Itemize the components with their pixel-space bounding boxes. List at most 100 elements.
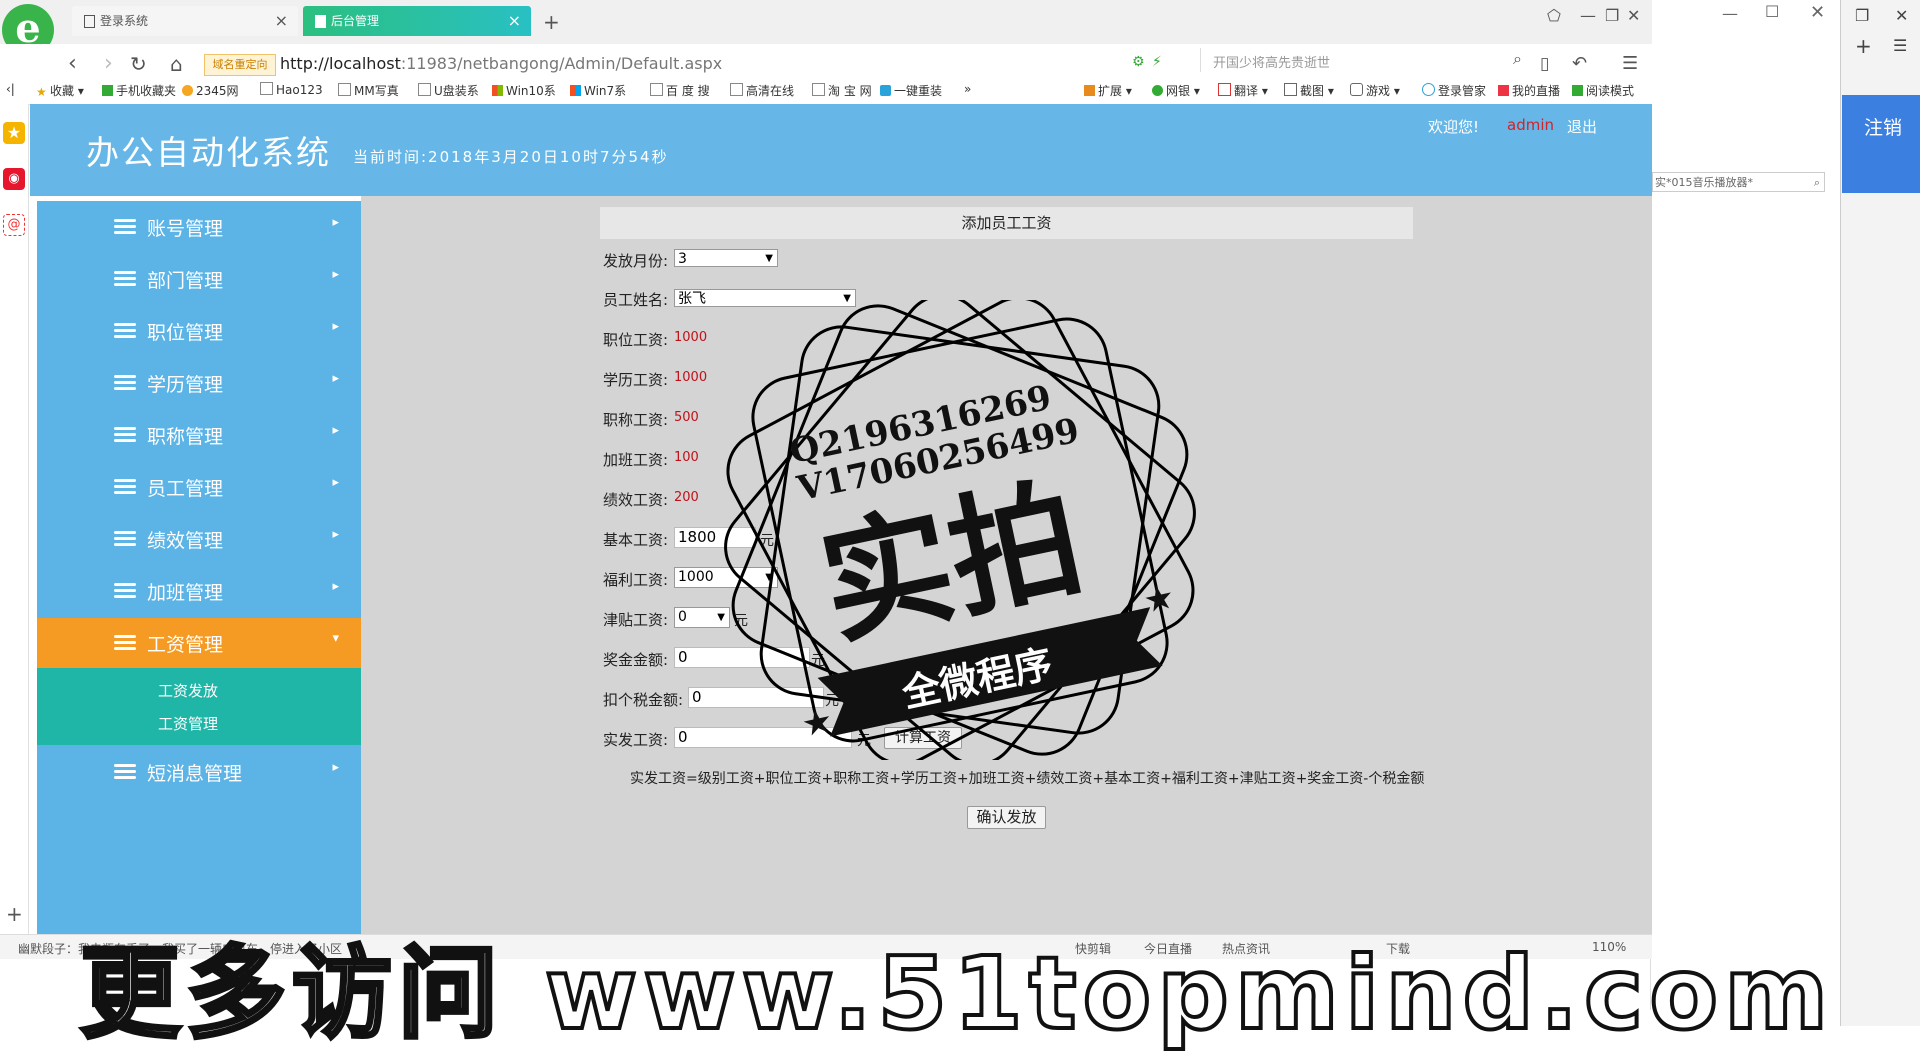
welfare-salary-label: 福利工资:	[603, 571, 669, 589]
scissors-icon	[1284, 83, 1297, 96]
shirt-icon[interactable]: ⬠	[1547, 6, 1561, 25]
search-icon[interactable]: ⌕	[1513, 49, 1522, 69]
stack-icon	[114, 427, 136, 442]
sidebar-item-positions[interactable]: 职位管理 ▸	[37, 306, 361, 356]
collapse-icon[interactable]: ‹|	[6, 82, 15, 96]
page-icon	[338, 83, 351, 96]
base-salary-label: 基本工资:	[603, 531, 669, 549]
sidebar-item-titles[interactable]: 职称管理 ▸	[37, 410, 361, 460]
sidebar-item-label: 账号管理	[147, 218, 224, 240]
chevron-right-icon: ▸	[332, 475, 339, 490]
bookmark-item[interactable]: 2345网	[182, 82, 239, 99]
sidebar-item-overtime[interactable]: 加班管理 ▸	[37, 566, 361, 616]
toolbar-extensions[interactable]: 扩展 ▾	[1084, 82, 1132, 99]
toolbar-live[interactable]: 我的直播	[1498, 82, 1560, 99]
toolbar-bank[interactable]: 网银 ▾	[1152, 82, 1200, 99]
windows-icon	[570, 85, 581, 96]
current-time: 当前时间:2018年3月20日10时7分54秒	[353, 148, 669, 166]
confirm-payment-button[interactable]: 确认发放	[967, 806, 1046, 829]
bookmark-item[interactable]: 手机收藏夹	[102, 82, 176, 99]
search-placeholder: 开国少将高先贵逝世	[1213, 56, 1331, 71]
close-tab-icon[interactable]: ×	[508, 6, 521, 36]
submenu-salary-payment[interactable]: 工资发放	[158, 680, 218, 701]
sidebar-item-employees[interactable]: 员工管理 ▸	[37, 462, 361, 512]
allowance-salary-value: 0	[678, 609, 687, 625]
page-icon	[418, 83, 431, 96]
chevron-down-icon: ▾	[332, 631, 339, 646]
bookmark-favorites[interactable]: ★ 收藏 ▾	[36, 82, 84, 99]
background-window-minimize[interactable]: —	[1722, 4, 1738, 23]
sidebar-item-accounts[interactable]: 账号管理 ▸	[37, 202, 361, 252]
tv-icon	[1498, 85, 1509, 96]
logout-panel[interactable]: 注销	[1842, 95, 1920, 193]
address-bar[interactable]: http://localhost:11983/netbangong/Admin/…	[280, 54, 722, 73]
sidebar-item-performance[interactable]: 绩效管理 ▸	[37, 514, 361, 564]
bookmark-item[interactable]: Win10系	[492, 82, 556, 99]
window-close-icon[interactable]: ✕	[1627, 6, 1640, 25]
close-tab-icon[interactable]: ×	[275, 6, 288, 36]
allowance-salary-label: 津贴工资:	[603, 611, 669, 629]
sidebar-item-label: 短消息管理	[147, 763, 243, 785]
tab-label: 后台管理	[331, 14, 380, 28]
background-window-maximize[interactable]: ☐	[1765, 2, 1779, 21]
background-search-text: 实*015音乐播放器*	[1655, 176, 1753, 189]
search-box[interactable]: 开国少将高先贵逝世 ⌕	[1200, 48, 1526, 72]
tab-admin[interactable]: 后台管理 ×	[303, 6, 531, 36]
background-window-close[interactable]: ✕	[1810, 2, 1825, 23]
mail-icon[interactable]: @	[3, 214, 25, 236]
username-link[interactable]: admin	[1507, 116, 1554, 134]
url-path: :11983/netbangong/Admin/Default.aspx	[400, 54, 723, 73]
sidebar-item-label: 职称管理	[147, 426, 224, 448]
toolbar-login-manager[interactable]: 登录管家	[1422, 82, 1486, 99]
bookmark-item[interactable]: U盘装系	[418, 82, 479, 99]
bookmark-item[interactable]: 百 度 搜	[650, 82, 710, 99]
sidebar-toggle-icon[interactable]: ☰	[1893, 36, 1907, 55]
welfare-salary-value: 1000	[678, 569, 714, 585]
sidebar-item-education[interactable]: 学历管理 ▸	[37, 358, 361, 408]
favorites-star-icon[interactable]: ★	[3, 122, 25, 144]
bookmark-item[interactable]: Hao123	[260, 82, 323, 97]
bookmark-item[interactable]: 淘 宝 网	[812, 82, 872, 99]
bookmark-item[interactable]: 一键重装	[880, 82, 942, 99]
sidebar-item-messages[interactable]: 短消息管理 ▸	[37, 747, 361, 797]
add-icon[interactable]: +	[1855, 34, 1872, 58]
weibo-icon[interactable]: ◉	[3, 168, 25, 190]
actual-salary-label: 实发工资:	[603, 731, 669, 749]
sidebar-item-label: 学历管理	[147, 374, 224, 396]
toolbar-screenshot[interactable]: 截图 ▾	[1284, 82, 1334, 99]
sidebar-item-label: 职位管理	[147, 322, 224, 344]
extension-icon	[1084, 85, 1095, 96]
bookmark-item[interactable]: Win7系	[570, 82, 626, 99]
stack-icon	[114, 583, 136, 598]
site-icon	[182, 85, 193, 96]
toolbar-translate[interactable]: 翻译 ▾	[1218, 82, 1268, 99]
new-tab-icon[interactable]: +	[543, 10, 560, 34]
book-icon	[1572, 85, 1583, 96]
welcome-text: 欢迎您!	[1428, 118, 1480, 136]
toolbar-games[interactable]: 游戏 ▾	[1350, 82, 1400, 99]
sidebar-item-departments[interactable]: 部门管理 ▸	[37, 254, 361, 304]
month-select[interactable]: 3 ▼	[674, 249, 778, 267]
logout-link[interactable]: 退出	[1567, 116, 1597, 137]
minimize-icon[interactable]: —	[1580, 6, 1596, 25]
sidebar-item-label: 绩效管理	[147, 530, 224, 552]
stack-icon	[114, 635, 136, 650]
stack-icon	[114, 271, 136, 286]
add-sidebar-icon[interactable]: +	[6, 902, 23, 926]
bookmark-item[interactable]: 高清在线	[730, 82, 794, 99]
url-host: http://localhost	[280, 54, 401, 73]
sidebar-menu: 账号管理 ▸ 部门管理 ▸ 职位管理 ▸ 学历管理 ▸ 职称管理 ▸ 员工管理 ▸ 绩效管理…	[37, 201, 361, 934]
more-bookmarks-icon[interactable]: »	[964, 82, 971, 96]
tab-login[interactable]: 登录系统 ×	[72, 6, 298, 36]
close-icon[interactable]: ✕	[1895, 6, 1908, 25]
sidebar-item-salary[interactable]: 工资管理 ▾	[37, 618, 361, 668]
bookmark-item[interactable]: MM写真	[338, 82, 399, 99]
background-search-box[interactable]: 实*015音乐播放器* ⌕	[1652, 172, 1825, 192]
page-icon	[812, 83, 825, 96]
restore-icon[interactable]: ❐	[1855, 6, 1869, 25]
toolbar-reading-mode[interactable]: 阅读模式	[1572, 82, 1634, 99]
chevron-right-icon: ▸	[332, 267, 339, 282]
submenu-salary-management[interactable]: 工资管理	[158, 713, 218, 734]
windows-icon	[492, 85, 503, 96]
restore-icon[interactable]: ❐	[1605, 6, 1619, 25]
